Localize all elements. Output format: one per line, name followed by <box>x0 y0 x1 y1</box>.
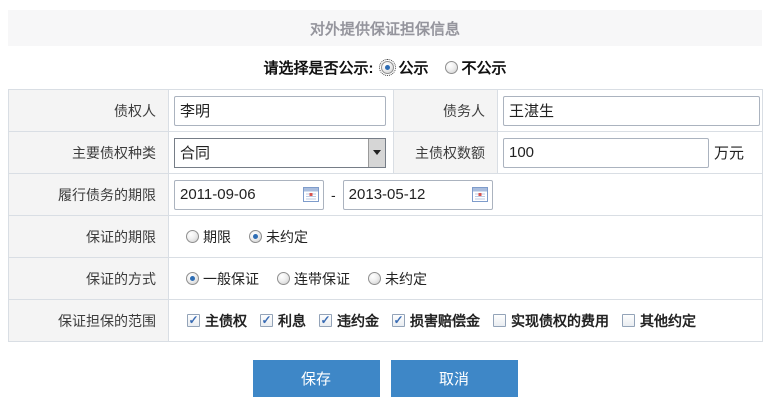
checkbox-icon[interactable] <box>392 314 405 327</box>
radio-icon[interactable] <box>186 272 199 285</box>
performance-period-label: 履行债务的期限 <box>9 174 169 216</box>
guarantee-period-option-unagreed[interactable]: 未约定 <box>249 227 308 247</box>
option-label: 连带保证 <box>294 269 350 289</box>
option-label: 实现债权的费用 <box>511 311 609 331</box>
scope-option-damages[interactable]: 损害赔偿金 <box>392 311 480 331</box>
checkbox-icon[interactable] <box>622 314 635 327</box>
form-actions: 保存 取消 <box>8 360 762 397</box>
radio-icon[interactable] <box>445 61 458 74</box>
row-guarantee-period: 保证的期限 期限 未约定 <box>9 216 763 258</box>
scope-option-principal[interactable]: 主债权 <box>187 311 247 331</box>
radio-icon[interactable] <box>368 272 381 285</box>
creditor-label: 债权人 <box>9 90 169 132</box>
guarantee-period-option-fixed[interactable]: 期限 <box>186 227 231 247</box>
save-button[interactable]: 保存 <box>253 360 380 397</box>
option-label: 未约定 <box>266 227 308 247</box>
debt-amount-unit: 万元 <box>714 142 744 163</box>
guarantee-period-label: 保证的期限 <box>9 216 169 258</box>
row-guarantee-method: 保证的方式 一般保证 连带保证 未约定 <box>9 258 763 300</box>
option-label: 违约金 <box>337 311 379 331</box>
checkbox-icon[interactable] <box>493 314 506 327</box>
radio-icon[interactable] <box>277 272 290 285</box>
guarantee-method-option-unagreed[interactable]: 未约定 <box>368 269 427 289</box>
cancel-button[interactable]: 取消 <box>391 360 518 397</box>
publicity-option-private[interactable]: 不公示 <box>445 57 507 78</box>
option-label: 主债权 <box>205 311 247 331</box>
guarantee-form-table: 债权人 债务人 主要债权种类 合同 主债权数额 万元 <box>8 89 763 342</box>
checkbox-icon[interactable] <box>319 314 332 327</box>
debt-amount-input[interactable] <box>503 138 709 168</box>
checkbox-icon[interactable] <box>187 314 200 327</box>
page-title: 对外提供保证担保信息 <box>310 18 460 39</box>
calendar-icon[interactable] <box>303 187 319 202</box>
guarantee-method-option-joint[interactable]: 连带保证 <box>277 269 350 289</box>
scope-option-interest[interactable]: 利息 <box>260 311 306 331</box>
start-date-input[interactable] <box>180 186 303 203</box>
publicity-option-public[interactable]: 公示 <box>381 57 428 78</box>
date-range-separator: - <box>331 187 336 203</box>
guarantee-scope-label: 保证担保的范围 <box>9 300 169 342</box>
start-date-field[interactable] <box>174 180 324 210</box>
debtor-input[interactable] <box>503 96 760 126</box>
guarantee-method-label: 保证的方式 <box>9 258 169 300</box>
publicity-choice-row: 请选择是否公示: 公示 不公示 <box>8 46 762 89</box>
row-guarantee-scope: 保证担保的范围 主债权 利息 违约金 <box>9 300 763 342</box>
row-performance-period: 履行债务的期限 <box>9 174 763 216</box>
page-title-bar: 对外提供保证担保信息 <box>8 10 762 46</box>
debt-type-label: 主要债权种类 <box>9 132 169 174</box>
creditor-input[interactable] <box>174 96 386 126</box>
calendar-icon[interactable] <box>472 187 488 202</box>
radio-icon[interactable] <box>249 230 262 243</box>
publicity-label: 请选择是否公示: <box>263 57 373 78</box>
dropdown-arrow-icon[interactable] <box>368 139 385 167</box>
option-label: 未约定 <box>385 269 427 289</box>
option-label: 期限 <box>203 227 231 247</box>
option-label: 利息 <box>278 311 306 331</box>
row-creditor-debtor: 债权人 债务人 <box>9 90 763 132</box>
option-label: 损害赔偿金 <box>410 311 480 331</box>
publicity-option-public-label: 公示 <box>398 57 428 78</box>
scope-option-penalty[interactable]: 违约金 <box>319 311 379 331</box>
guarantee-method-option-general[interactable]: 一般保证 <box>186 269 259 289</box>
publicity-option-private-label: 不公示 <box>462 57 507 78</box>
radio-icon[interactable] <box>381 61 394 74</box>
scope-option-realization-costs[interactable]: 实现债权的费用 <box>493 311 609 331</box>
guarantee-form-page: 对外提供保证担保信息 请选择是否公示: 公示 不公示 债权人 债务人 主要债权种 <box>0 0 770 397</box>
scope-option-other[interactable]: 其他约定 <box>622 311 696 331</box>
end-date-field[interactable] <box>343 180 493 210</box>
end-date-input[interactable] <box>349 186 472 203</box>
debt-amount-label: 主债权数额 <box>394 132 498 174</box>
radio-icon[interactable] <box>186 230 199 243</box>
checkbox-icon[interactable] <box>260 314 273 327</box>
option-label: 一般保证 <box>203 269 259 289</box>
row-debt-type-amount: 主要债权种类 合同 主债权数额 万元 <box>9 132 763 174</box>
debtor-label: 债务人 <box>394 90 498 132</box>
debt-type-selected-value: 合同 <box>175 139 368 167</box>
debt-type-select[interactable]: 合同 <box>174 138 386 168</box>
option-label: 其他约定 <box>640 311 696 331</box>
